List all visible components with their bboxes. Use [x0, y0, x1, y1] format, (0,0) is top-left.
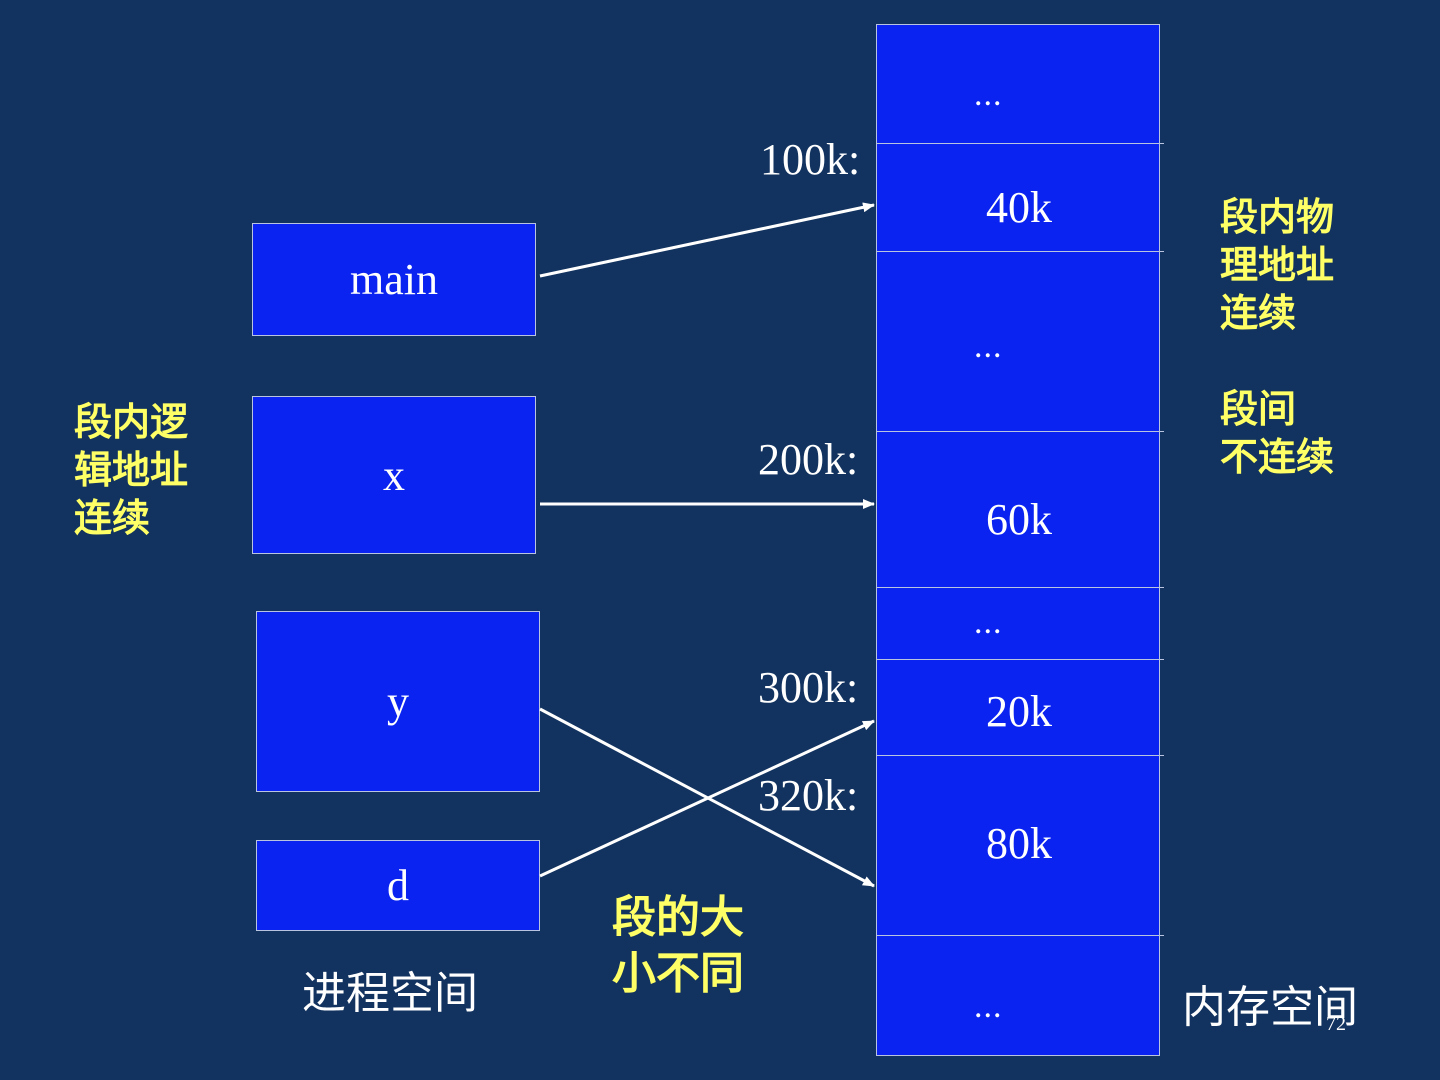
arrow-d-to-300k [539, 719, 875, 878]
arrow-main-to-100k [539, 202, 875, 278]
slide-number: 72 [1326, 1013, 1346, 1035]
note-between-noncontiguous: 段间 不连续 [1220, 387, 1335, 479]
note-size-differs: 段的大 小不同 [612, 892, 744, 999]
note-logical-contiguous: 段内逻 辑地址 连续 [74, 400, 189, 540]
caption-process-space: 进程空间 [302, 968, 478, 1019]
note-physical-contiguous: 段内物 理地址 连续 [1220, 195, 1335, 335]
